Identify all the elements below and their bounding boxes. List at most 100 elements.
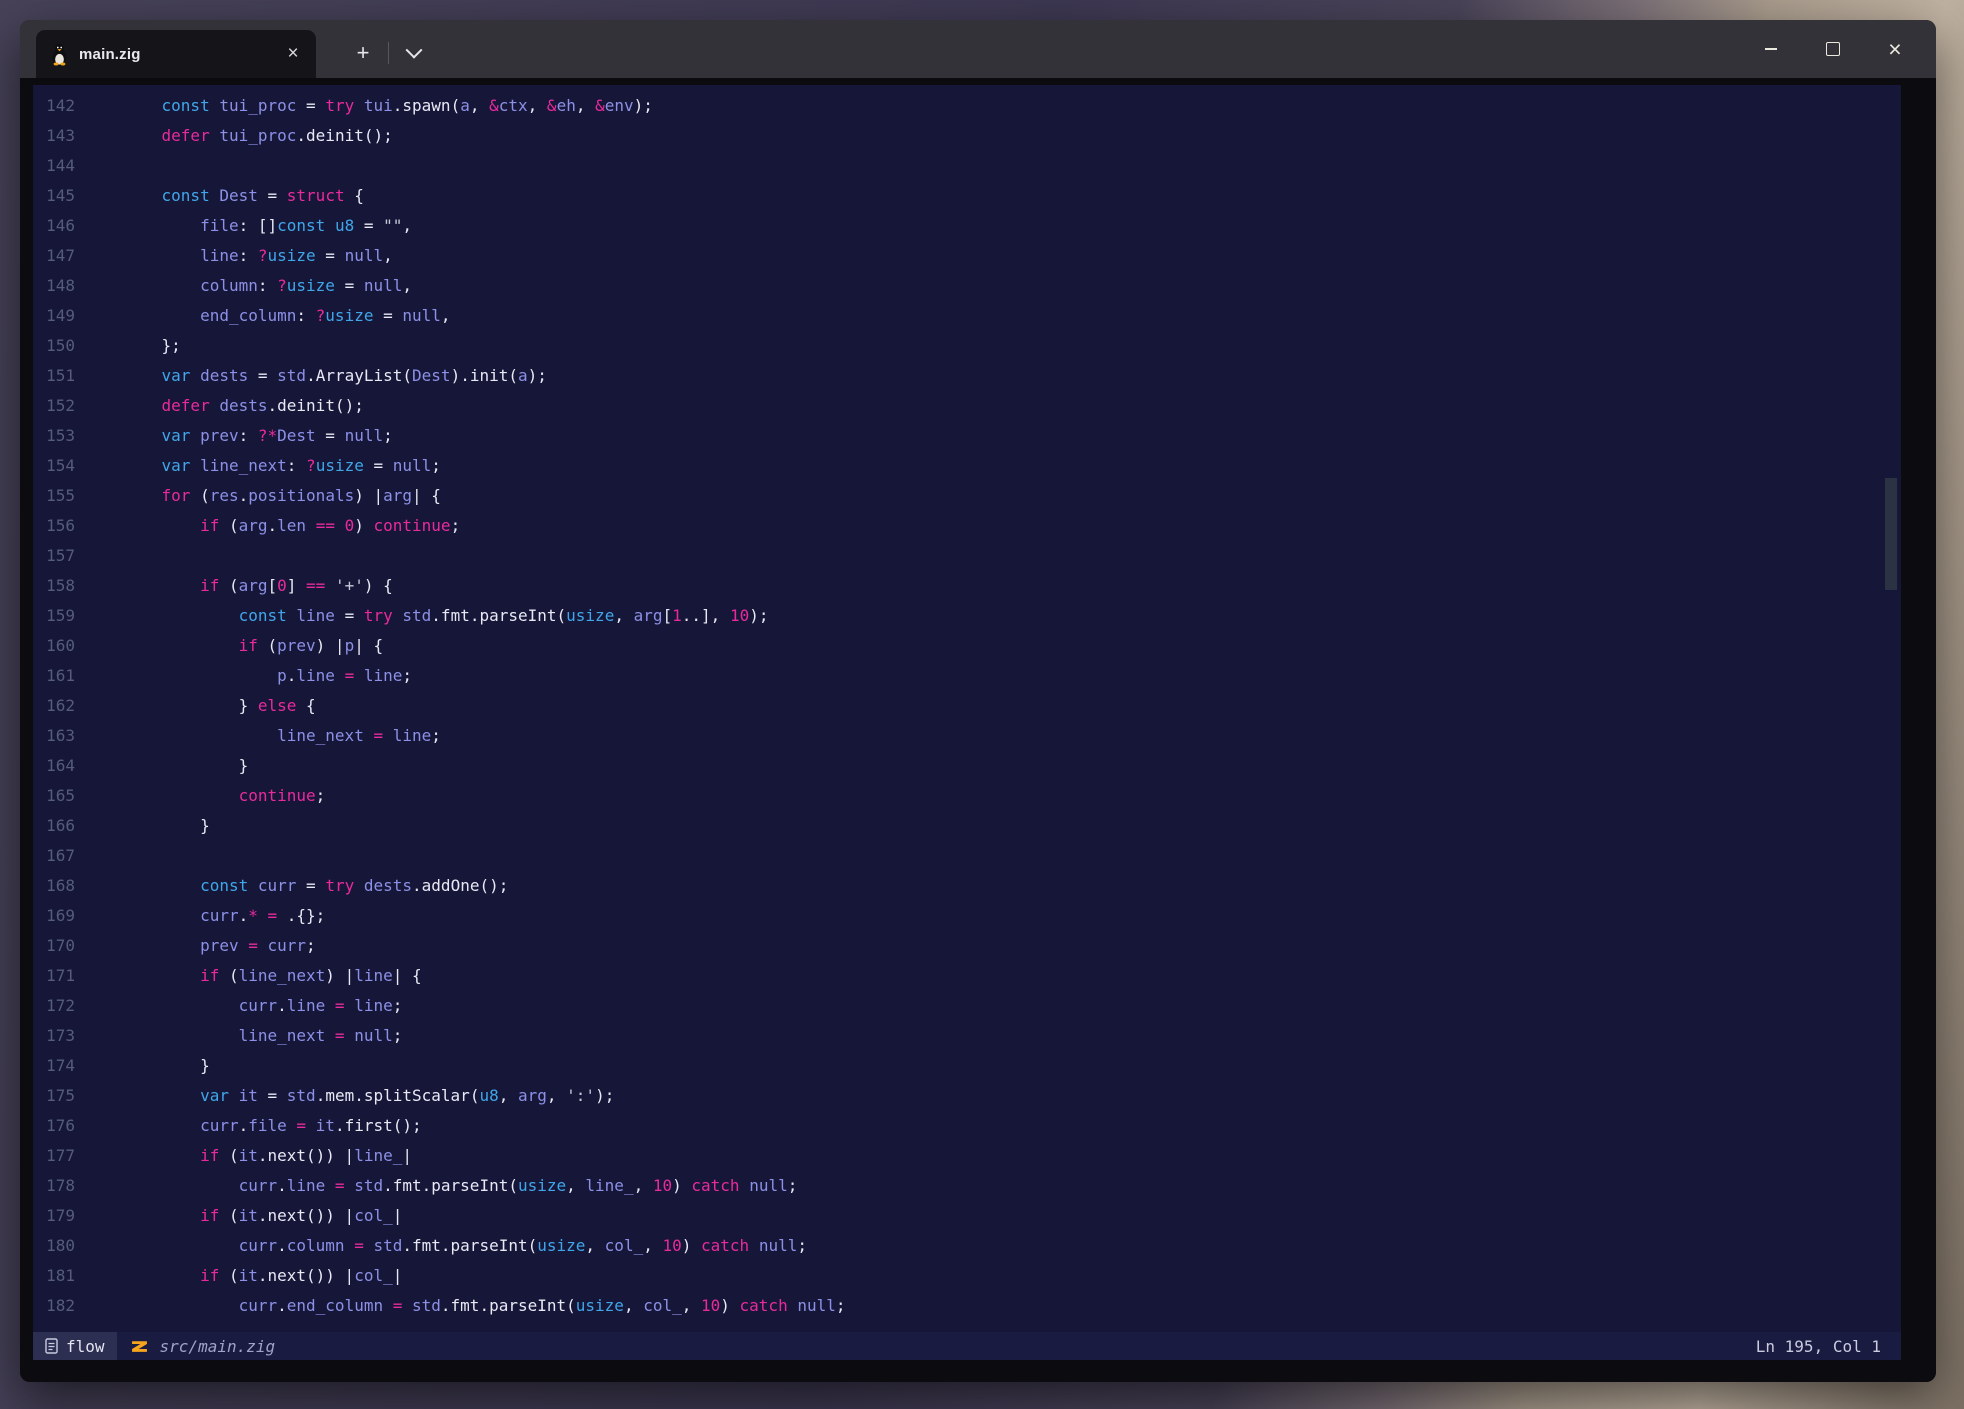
code-line: 156 if (arg.len == 0) continue; (33, 511, 1901, 541)
window-controls: × (1740, 20, 1926, 78)
line-number: 143 (33, 121, 75, 151)
code-line: 175 var it = std.mem.splitScalar(u8, arg… (33, 1081, 1901, 1111)
line-number: 178 (33, 1171, 75, 1201)
code-line: 173 line_next = null; (33, 1021, 1901, 1051)
code-line: 170 prev = curr; (33, 931, 1901, 961)
code-line-text: const line = try std.fmt.parseInt(usize,… (123, 606, 768, 625)
code-line-text: var line_next: ?usize = null; (123, 456, 441, 475)
line-number: 147 (33, 241, 75, 271)
tab-dropdown-button[interactable] (396, 34, 432, 72)
line-number: 165 (33, 781, 75, 811)
code-line-text: end_column: ?usize = null, (123, 306, 451, 325)
code-line-text: if (it.next()) |col_| (123, 1266, 402, 1285)
zig-logo-icon (131, 1338, 148, 1355)
code-line-text: curr.file = it.first(); (123, 1116, 422, 1135)
maximize-button[interactable] (1802, 20, 1864, 78)
code-line: 144 (33, 151, 1901, 181)
code-line-text: if (it.next()) |line_| (123, 1146, 412, 1165)
line-number: 154 (33, 451, 75, 481)
code-line: 154 var line_next: ?usize = null; (33, 451, 1901, 481)
line-number: 180 (33, 1231, 75, 1261)
tabbar-divider (388, 42, 389, 64)
code-line-text: }; (123, 336, 181, 355)
code-line-text: defer tui_proc.deinit(); (123, 126, 393, 145)
line-number: 172 (33, 991, 75, 1021)
code-line: 147 line: ?usize = null, (33, 241, 1901, 271)
line-number: 142 (33, 91, 75, 121)
minimize-button[interactable] (1740, 20, 1802, 78)
line-number: 163 (33, 721, 75, 751)
line-number: 160 (33, 631, 75, 661)
cursor-position-label: Ln 195, Col 1 (1756, 1337, 1881, 1356)
flow-menu-button[interactable]: flow (33, 1332, 117, 1360)
flow-document-icon (45, 1338, 58, 1354)
new-tab-button[interactable]: + (344, 34, 382, 72)
code-line-text: curr.end_column = std.fmt.parseInt(usize… (123, 1296, 846, 1315)
line-number: 175 (33, 1081, 75, 1111)
line-number: 174 (33, 1051, 75, 1081)
line-number: 181 (33, 1261, 75, 1291)
code-line: 158 if (arg[0] == '+') { (33, 571, 1901, 601)
code-line: 151 var dests = std.ArrayList(Dest).init… (33, 361, 1901, 391)
code-line-text: curr.line = line; (123, 996, 402, 1015)
terminal-window: main.zig × + × 142 const tui_proc = try … (20, 20, 1936, 1382)
app-name-label: flow (66, 1337, 105, 1356)
code-line: 145 const Dest = struct { (33, 181, 1901, 211)
line-number: 168 (33, 871, 75, 901)
code-line: 148 column: ?usize = null, (33, 271, 1901, 301)
tab-main-zig[interactable]: main.zig × (36, 30, 316, 78)
code-line-text: } (123, 756, 248, 775)
line-number: 148 (33, 271, 75, 301)
code-line: 149 end_column: ?usize = null, (33, 301, 1901, 331)
code-line: 182 curr.end_column = std.fmt.parseInt(u… (33, 1291, 1901, 1321)
line-number: 156 (33, 511, 75, 541)
code-line: 172 curr.line = line; (33, 991, 1901, 1021)
titlebar[interactable]: main.zig × + × (20, 20, 1936, 78)
code-line: 162 } else { (33, 691, 1901, 721)
code-line: 161 p.line = line; (33, 661, 1901, 691)
code-line-text: if (it.next()) |col_| (123, 1206, 402, 1225)
code-line: 164 } (33, 751, 1901, 781)
code-line: 169 curr.* = .{}; (33, 901, 1901, 931)
code-line-text: p.line = line; (123, 666, 412, 685)
code-line: 166 } (33, 811, 1901, 841)
code-line: 153 var prev: ?*Dest = null; (33, 421, 1901, 451)
code-line-text: if (arg[0] == '+') { (123, 576, 393, 595)
code-line-text: var it = std.mem.splitScalar(u8, arg, ':… (123, 1086, 614, 1105)
tux-penguin-icon (50, 43, 69, 66)
line-number: 144 (33, 151, 75, 181)
tab-close-icon[interactable]: × (280, 41, 306, 67)
code-line-text: for (res.positionals) |arg| { (123, 486, 441, 505)
line-number: 150 (33, 331, 75, 361)
line-number: 162 (33, 691, 75, 721)
line-number: 171 (33, 961, 75, 991)
code-line: 157 (33, 541, 1901, 571)
code-line: 152 defer dests.deinit(); (33, 391, 1901, 421)
scrollbar-thumb[interactable] (1885, 478, 1897, 590)
line-number: 179 (33, 1201, 75, 1231)
code-area[interactable]: 142 const tui_proc = try tui.spawn(a, &c… (33, 85, 1901, 1332)
status-bar: flow src/main.zig Ln 195, Col 1 (33, 1332, 1901, 1360)
close-icon: × (1888, 38, 1901, 61)
code-line-text: line: ?usize = null, (123, 246, 393, 265)
file-path-label: src/main.zig (160, 1337, 276, 1356)
line-number: 164 (33, 751, 75, 781)
code-line: 143 defer tui_proc.deinit(); (33, 121, 1901, 151)
line-number: 161 (33, 661, 75, 691)
code-line-text: } (123, 816, 210, 835)
line-number: 173 (33, 1021, 75, 1051)
line-number: 170 (33, 931, 75, 961)
code-line: 180 curr.column = std.fmt.parseInt(usize… (33, 1231, 1901, 1261)
close-button[interactable]: × (1864, 20, 1926, 78)
line-number: 182 (33, 1291, 75, 1321)
line-number: 167 (33, 841, 75, 871)
code-line: 163 line_next = line; (33, 721, 1901, 751)
line-number: 158 (33, 571, 75, 601)
code-line-text: curr.column = std.fmt.parseInt(usize, co… (123, 1236, 807, 1255)
code-line-text: file: []const u8 = "", (123, 216, 412, 235)
code-line-text: const Dest = struct { (123, 186, 364, 205)
code-line-text: var prev: ?*Dest = null; (123, 426, 393, 445)
code-line: 179 if (it.next()) |col_| (33, 1201, 1901, 1231)
tab-title: main.zig (79, 46, 141, 63)
desktop: { "window": { "tab_title": "main.zig", "… (0, 0, 1964, 1409)
